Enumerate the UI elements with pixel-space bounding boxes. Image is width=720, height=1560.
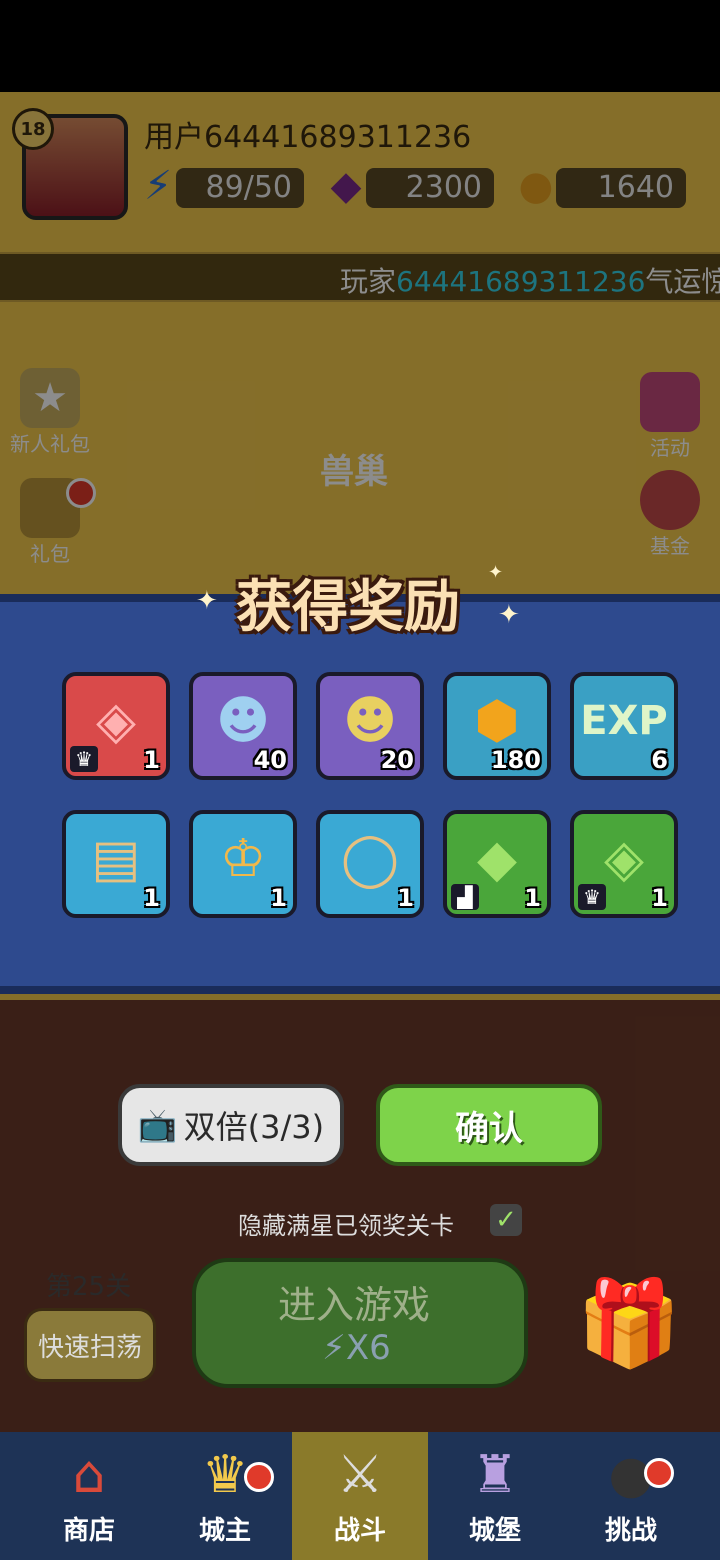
reward-item-crown-blueprint[interactable]: ♔ 1 <box>189 810 297 918</box>
nav-battle-label: 战斗 <box>333 1516 386 1546</box>
reward-count: 180 <box>490 746 541 774</box>
reward-count: 1 <box>270 884 287 912</box>
nav-lord-label: 城主 <box>198 1516 251 1546</box>
reward-count: 1 <box>524 884 541 912</box>
reward-count: 1 <box>651 884 668 912</box>
enter-game-label: 进入游戏 <box>278 1283 431 1327</box>
challenge-bomb-icon: ● <box>608 1445 654 1505</box>
tv-ad-icon: 📺 <box>137 1106 178 1144</box>
hide-completed-checkbox[interactable]: ✓ <box>490 1204 522 1236</box>
sparkle-icon: ✦ <box>488 562 504 583</box>
confirm-label: 确认 <box>455 1108 523 1149</box>
stage-label: 第25关 <box>46 1272 132 1302</box>
nav-challenge[interactable]: ● 挑战 <box>566 1440 696 1556</box>
notification-dot <box>244 1462 274 1492</box>
crown-icon: ♛ <box>578 884 606 910</box>
reward-item-gold-coin[interactable]: ⬢ 180 <box>443 672 551 780</box>
crown-icon: ♛ <box>70 746 98 772</box>
battle-swords-icon: ⚔ <box>336 1445 384 1505</box>
reward-count: 6 <box>651 746 668 774</box>
reward-count: 1 <box>397 884 414 912</box>
reward-item-troll-hero[interactable]: ☻ 40 <box>189 672 297 780</box>
quick-sweep-label: 快速扫荡 <box>37 1332 142 1363</box>
reward-item-red-gem[interactable]: ◈ ♛ 1 <box>62 672 170 780</box>
reward-count: 1 <box>143 746 160 774</box>
reward-item-armor-blueprint[interactable]: ▤ 1 <box>62 810 170 918</box>
castle-icon: ♜ <box>471 1445 519 1505</box>
double-reward-button[interactable]: 📺 双倍(3/3) <box>118 1084 344 1166</box>
reward-item-necklace-blueprint[interactable]: ◯ 1 <box>316 810 424 918</box>
notification-dot <box>644 1458 674 1488</box>
treasure-chest-icon[interactable]: 🎁 <box>564 1276 694 1370</box>
shop-icon: ⌂ <box>72 1445 106 1505</box>
double-reward-label: 双倍(3/3) <box>183 1108 325 1146</box>
nav-lord[interactable]: ♛ 城主 <box>160 1440 290 1556</box>
hide-completed-label: 隐藏满星已领奖关卡 <box>238 1212 454 1240</box>
nav-battle[interactable]: ⚔ 战斗 <box>295 1440 425 1556</box>
sparkle-icon: ✦ <box>196 586 218 616</box>
reward-panel <box>0 594 720 994</box>
reward-item-green-gem[interactable]: ◆ ▟ 1 <box>443 810 551 918</box>
reward-item-exp[interactable]: EXP 6 <box>570 672 678 780</box>
reward-item-goblin-hero[interactable]: ☻ 20 <box>316 672 424 780</box>
nav-shop-label: 商店 <box>62 1516 115 1546</box>
reward-count: 20 <box>380 746 414 774</box>
confirm-button[interactable]: 确认 <box>376 1084 602 1166</box>
enter-cost-value: X6 <box>345 1328 391 1368</box>
reward-title: 获得奖励 <box>236 575 460 640</box>
nav-shop[interactable]: ⌂ 商店 <box>24 1440 154 1556</box>
energy-icon: ⚡ <box>322 1328 346 1368</box>
nav-challenge-label: 挑战 <box>604 1516 657 1546</box>
enter-game-cost: ⚡X6 <box>322 1328 391 1368</box>
boot-icon: ▟ <box>451 884 479 910</box>
reward-item-green-rune-gem[interactable]: ◈ ♛ 1 <box>570 810 678 918</box>
quick-sweep-button[interactable]: 快速扫荡 <box>24 1308 156 1382</box>
reward-count: 1 <box>143 884 160 912</box>
nav-castle[interactable]: ♜ 城堡 <box>430 1440 560 1556</box>
reward-count: 40 <box>253 746 287 774</box>
nav-castle-label: 城堡 <box>468 1516 521 1546</box>
sparkle-icon: ✦ <box>498 600 520 630</box>
